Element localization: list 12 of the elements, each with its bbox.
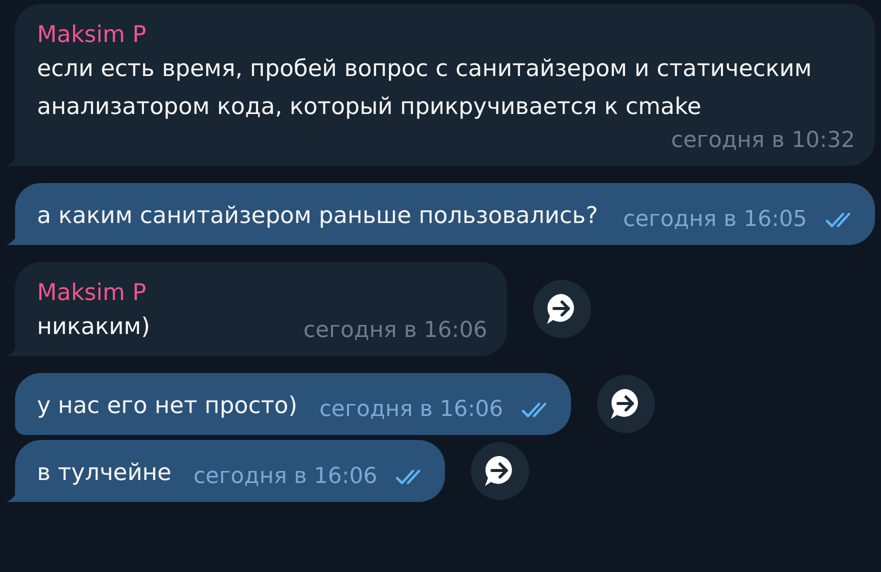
sender-name: Maksim P	[37, 22, 148, 48]
sender-name: Maksim P	[37, 280, 148, 306]
message-time: сегодня в 16:06	[319, 396, 504, 424]
message-time: сегодня в 10:32	[671, 127, 855, 155]
message-text: а каким санитайзером раньше пользовались?	[37, 202, 598, 231]
message-text: в тулчейне	[37, 459, 172, 488]
message-text: если есть время, пробей вопрос с санитайзером и статическим анализатором кода, который прикручивается к cmake	[37, 55, 813, 122]
message-time: сегодня в 16:05	[623, 206, 807, 234]
message-time: сегодня в 16:06	[303, 317, 488, 345]
message-time: сегодня в 16:06	[193, 463, 378, 491]
message-text: никаким)	[37, 313, 150, 342]
message-text: у нас его нет просто)	[37, 392, 298, 421]
